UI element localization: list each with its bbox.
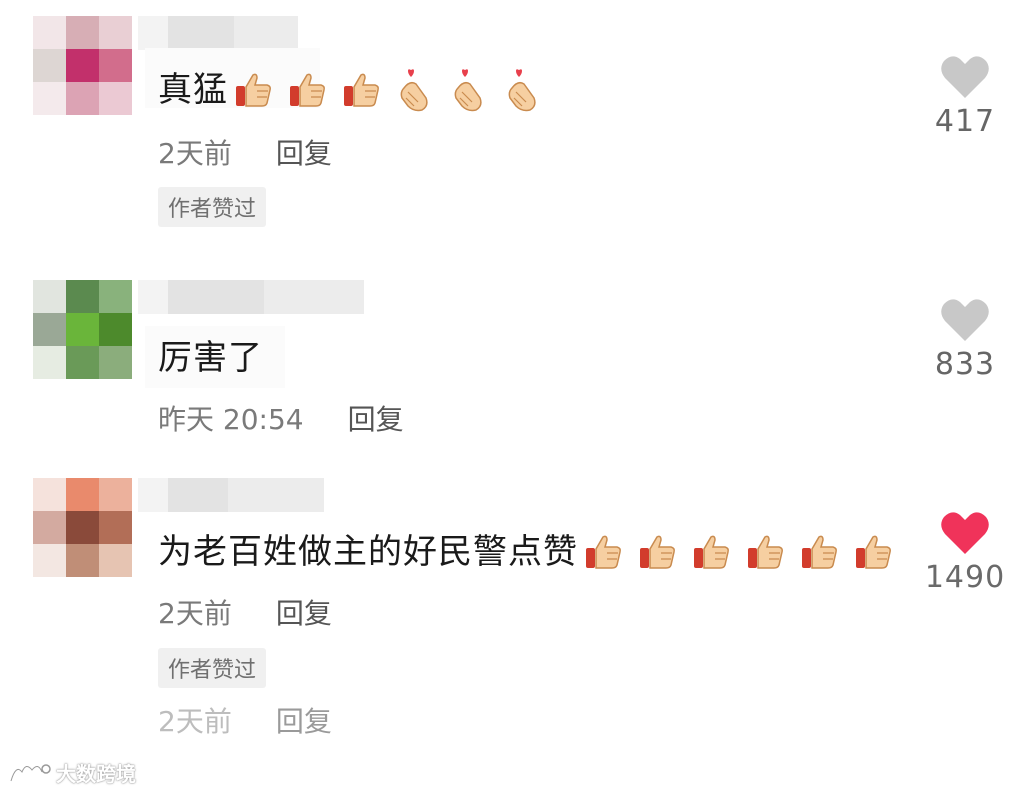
thumbs-up-icon xyxy=(856,535,891,569)
finger-heart-icon xyxy=(508,69,536,112)
thumbs-up-icon xyxy=(694,535,729,569)
heart-icon xyxy=(941,512,989,554)
author-liked-badge: 作者赞过 xyxy=(158,187,267,227)
comment-meta: 昨天 20:54 回复 xyxy=(158,398,404,438)
username-blurred[interactable] xyxy=(138,478,324,512)
like-count: 1490 xyxy=(924,560,1006,595)
like-count: 833 xyxy=(934,347,996,382)
reply-button[interactable]: 回复 xyxy=(348,398,404,438)
comment-text: 为老百姓做主的好民警点赞 xyxy=(158,532,578,572)
comment-text: 真猛 xyxy=(158,70,228,110)
username-blurred[interactable] xyxy=(138,16,298,50)
author-liked-badge: 作者赞过 xyxy=(158,648,267,688)
thumbs-up-icon xyxy=(344,73,379,107)
comment-time: 昨天 20:54 xyxy=(158,403,304,436)
comment-time: 2天前 xyxy=(158,137,232,170)
finger-heart-icon xyxy=(454,69,482,112)
like-count: 417 xyxy=(934,104,996,139)
thumbs-up-icon xyxy=(802,535,837,569)
avatar[interactable] xyxy=(33,478,132,577)
thumbs-up-icon xyxy=(748,535,783,569)
emoji-list xyxy=(234,68,558,112)
heart-icon xyxy=(941,56,989,98)
comment-meta: 2天前 回复 xyxy=(158,592,332,632)
comment-content: 真猛 xyxy=(145,62,558,118)
thumbs-up-icon xyxy=(640,535,675,569)
comment-content: 为老百姓做主的好民警点赞 xyxy=(145,524,908,580)
thumbs-up-icon xyxy=(236,73,271,107)
comment-content: 厉害了 xyxy=(145,330,263,386)
like-button[interactable]: 417 xyxy=(915,54,1015,139)
thumbs-up-icon xyxy=(586,535,621,569)
comment-text: 厉害了 xyxy=(158,338,263,378)
like-button[interactable]: 1490 xyxy=(915,510,1015,595)
emoji-list xyxy=(584,532,908,572)
comment-meta: 2天前 回复 xyxy=(158,132,332,172)
finger-heart-icon xyxy=(400,69,428,112)
watermark: 大数跨境 xyxy=(8,758,136,787)
heart-icon xyxy=(941,299,989,341)
avatar[interactable] xyxy=(33,16,132,115)
reply-button[interactable]: 回复 xyxy=(276,700,332,740)
logo-icon xyxy=(9,763,51,781)
like-button[interactable]: 833 xyxy=(915,297,1015,382)
reply-button[interactable]: 回复 xyxy=(276,132,332,172)
avatar[interactable] xyxy=(33,280,132,379)
reply-button[interactable]: 回复 xyxy=(276,592,332,632)
partial-comment-meta: 2天前 回复 xyxy=(158,700,332,740)
comment-time: 2天前 xyxy=(158,597,232,630)
thumbs-up-icon xyxy=(290,73,325,107)
username-blurred[interactable] xyxy=(138,280,364,314)
watermark-text: 大数跨境 xyxy=(56,762,136,786)
comment-time: 2天前 xyxy=(158,705,232,738)
